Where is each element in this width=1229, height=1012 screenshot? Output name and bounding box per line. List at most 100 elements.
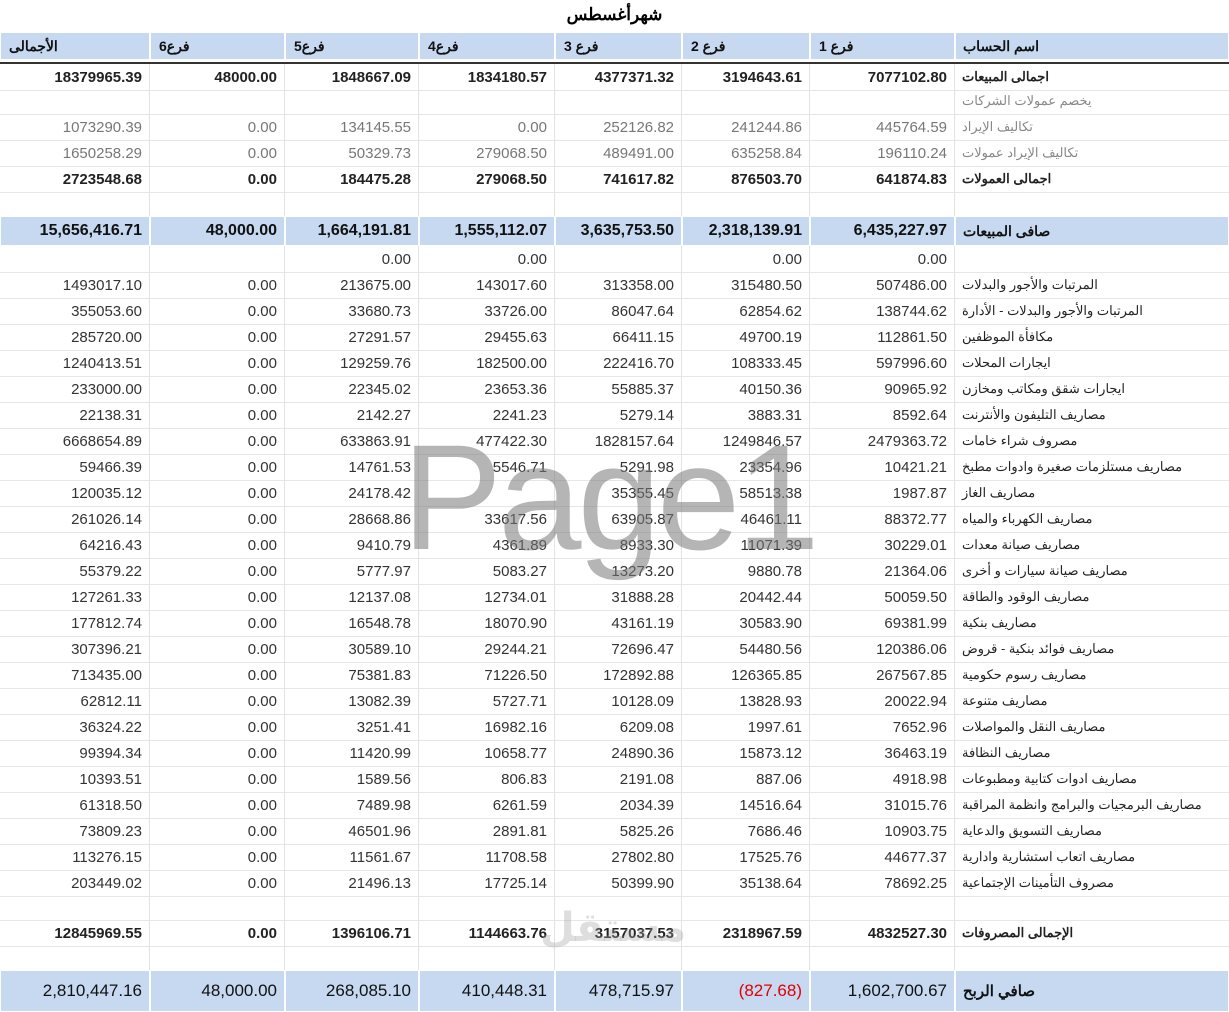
account-label[interactable]: مصاريف الوقود والطاقة [955, 584, 1229, 610]
value-cell[interactable]: 108333.45 [682, 350, 810, 376]
total-cell[interactable]: 59466.39 [0, 454, 150, 480]
value-cell[interactable]: 31015.76 [810, 792, 955, 818]
account-label[interactable] [955, 246, 1229, 272]
value-cell[interactable]: 887.06 [682, 766, 810, 792]
value-cell[interactable]: 741617.82 [555, 166, 682, 192]
value-cell[interactable]: 213675.00 [285, 272, 419, 298]
value-cell[interactable]: 182500.00 [419, 350, 555, 376]
value-cell[interactable]: 50329.73 [285, 140, 419, 166]
value-cell[interactable] [285, 192, 419, 216]
value-cell[interactable]: 0.00 [150, 324, 285, 350]
value-cell[interactable]: 69381.99 [810, 610, 955, 636]
value-cell[interactable]: 4377371.32 [555, 64, 682, 90]
value-cell[interactable]: 5777.97 [285, 558, 419, 584]
value-cell[interactable]: 143017.60 [419, 272, 555, 298]
value-cell[interactable]: 23653.36 [419, 376, 555, 402]
total-cell[interactable]: 1650258.29 [0, 140, 150, 166]
total-cell[interactable]: 61318.50 [0, 792, 150, 818]
value-cell[interactable]: 5546.71 [419, 454, 555, 480]
total-cell[interactable]: 233000.00 [0, 376, 150, 402]
value-cell[interactable]: 36463.19 [810, 740, 955, 766]
value-cell[interactable]: 21496.13 [285, 870, 419, 896]
value-cell[interactable]: 1249846.57 [682, 428, 810, 454]
account-label[interactable]: صافى المبيعات [955, 216, 1229, 246]
value-cell[interactable]: 10128.09 [555, 688, 682, 714]
account-label[interactable]: مصاريف صيانة سيارات و أخرى [955, 558, 1229, 584]
value-cell[interactable]: 0.00 [285, 246, 419, 272]
value-cell[interactable]: 0.00 [150, 376, 285, 402]
value-cell[interactable] [150, 88, 285, 114]
value-cell[interactable]: 279068.50 [419, 166, 555, 192]
value-cell[interactable]: 27291.57 [285, 324, 419, 350]
value-cell[interactable]: 172892.88 [555, 662, 682, 688]
value-cell[interactable]: 445764.59 [810, 114, 955, 140]
value-cell[interactable]: 40150.36 [682, 376, 810, 402]
total-cell[interactable]: 1073290.39 [0, 114, 150, 140]
value-cell[interactable]: 477422.30 [419, 428, 555, 454]
value-cell[interactable] [150, 946, 285, 970]
value-cell[interactable] [682, 896, 810, 920]
value-cell[interactable]: 0.00 [150, 428, 285, 454]
total-cell[interactable] [0, 246, 150, 272]
value-cell[interactable]: 48,000.00 [150, 216, 285, 246]
value-cell[interactable]: 17525.76 [682, 844, 810, 870]
value-cell[interactable]: 134145.55 [285, 114, 419, 140]
account-label[interactable]: مصاريف صيانة معدات [955, 532, 1229, 558]
account-label[interactable]: ايجارات المحلات [955, 350, 1229, 376]
account-label[interactable]: الإجمالى المصروفات [955, 920, 1229, 946]
value-cell[interactable]: 2318967.59 [682, 920, 810, 946]
value-cell[interactable]: 0.00 [150, 584, 285, 610]
value-cell[interactable]: 75381.83 [285, 662, 419, 688]
account-label[interactable] [955, 192, 1229, 216]
value-cell[interactable]: 54480.56 [682, 636, 810, 662]
value-cell[interactable]: 11071.39 [682, 532, 810, 558]
account-label[interactable]: اجمالى المبيعات [955, 64, 1229, 90]
account-label[interactable]: ايجارات شقق ومكاتب ومخازن [955, 376, 1229, 402]
header-cell[interactable]: الأجمالى [0, 32, 150, 60]
value-cell[interactable]: 313358.00 [555, 272, 682, 298]
value-cell[interactable]: 55885.37 [555, 376, 682, 402]
value-cell[interactable]: 13828.93 [682, 688, 810, 714]
header-cell[interactable]: فرع 2 [682, 32, 810, 60]
value-cell[interactable]: 78692.25 [810, 870, 955, 896]
account-label[interactable]: مصاريف رسوم حكومية [955, 662, 1229, 688]
value-cell[interactable]: 24890.36 [555, 740, 682, 766]
value-cell[interactable]: 50059.50 [810, 584, 955, 610]
value-cell[interactable]: 49700.19 [682, 324, 810, 350]
value-cell[interactable]: 29455.63 [419, 324, 555, 350]
account-label[interactable] [955, 896, 1229, 920]
value-cell[interactable]: 35138.64 [682, 870, 810, 896]
value-cell[interactable]: 12734.01 [419, 584, 555, 610]
total-cell[interactable]: 127261.33 [0, 584, 150, 610]
value-cell[interactable] [419, 896, 555, 920]
value-cell[interactable]: 30589.10 [285, 636, 419, 662]
value-cell[interactable]: 5727.71 [419, 688, 555, 714]
value-cell[interactable] [150, 246, 285, 272]
value-cell[interactable]: 7652.96 [810, 714, 955, 740]
total-cell[interactable]: 36324.22 [0, 714, 150, 740]
value-cell[interactable]: 1144663.76 [419, 920, 555, 946]
value-cell[interactable]: 14516.64 [682, 792, 810, 818]
value-cell[interactable]: 4361.89 [419, 532, 555, 558]
value-cell[interactable] [555, 946, 682, 970]
value-cell[interactable]: 196110.24 [810, 140, 955, 166]
value-cell[interactable]: 9410.79 [285, 532, 419, 558]
total-cell[interactable]: 22138.31 [0, 402, 150, 428]
value-cell[interactable]: 1396106.71 [285, 920, 419, 946]
value-cell[interactable]: 20442.44 [682, 584, 810, 610]
value-cell[interactable]: 11708.58 [419, 844, 555, 870]
value-cell[interactable]: 6209.08 [555, 714, 682, 740]
total-cell[interactable]: 177812.74 [0, 610, 150, 636]
value-cell[interactable]: 0.00 [150, 920, 285, 946]
value-cell[interactable]: 4832527.30 [810, 920, 955, 946]
value-cell[interactable]: 2891.81 [419, 818, 555, 844]
value-cell[interactable]: 22345.02 [285, 376, 419, 402]
total-cell[interactable]: 285720.00 [0, 324, 150, 350]
value-cell[interactable]: 48,000.00 [150, 970, 285, 1012]
value-cell[interactable]: 0.00 [150, 766, 285, 792]
value-cell[interactable]: 0.00 [150, 740, 285, 766]
value-cell[interactable]: 0.00 [150, 166, 285, 192]
value-cell[interactable] [285, 88, 419, 114]
value-cell[interactable]: 2034.39 [555, 792, 682, 818]
value-cell[interactable]: 0.00 [150, 114, 285, 140]
